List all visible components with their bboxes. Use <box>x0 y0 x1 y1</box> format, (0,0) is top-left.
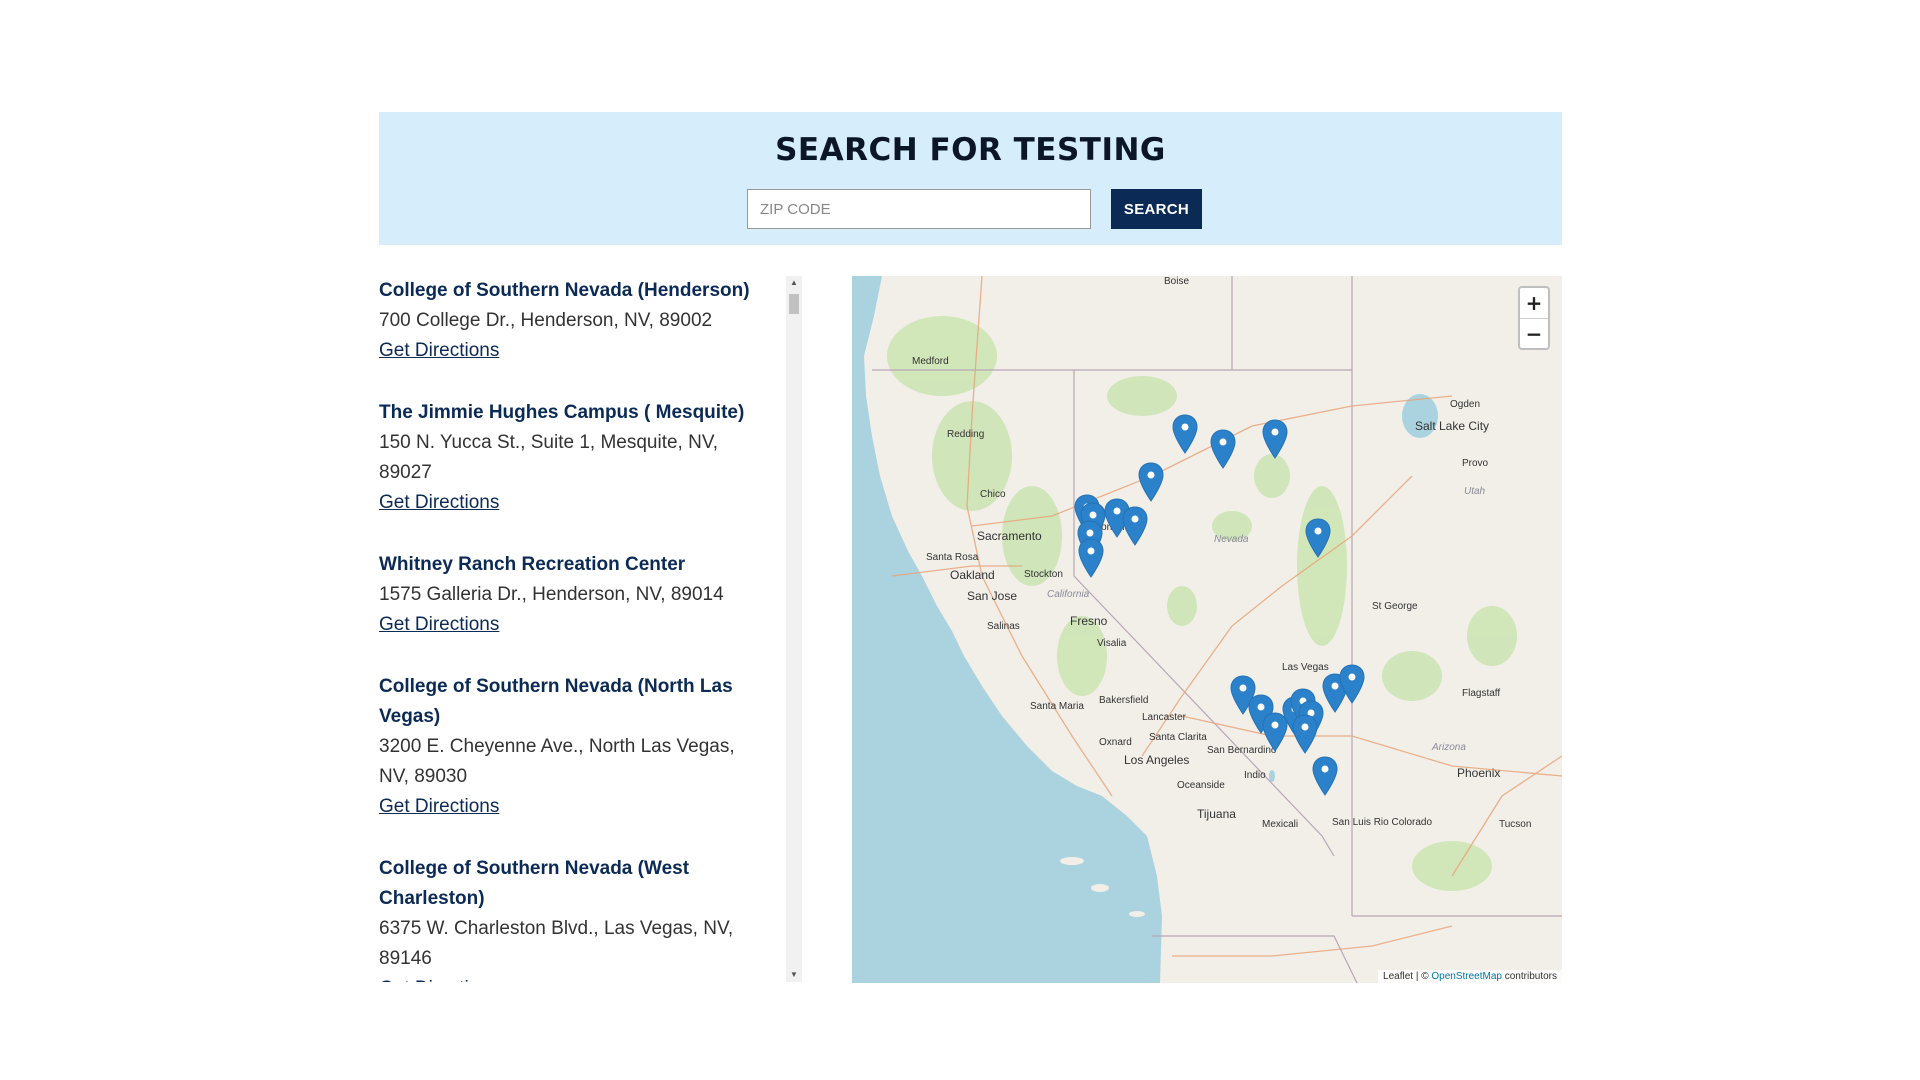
location-address: 1575 Galleria Dr., Henderson, NV, 89014 <box>379 584 724 605</box>
list-scrollbar[interactable]: ▲ ▼ <box>786 276 802 982</box>
get-directions-link[interactable]: Get Directions <box>379 336 499 366</box>
city-label: Salinas <box>987 621 1020 632</box>
state-label: Nevada <box>1214 534 1249 545</box>
map-background <box>852 276 1562 983</box>
leaflet-link[interactable]: Leaflet <box>1383 971 1413 982</box>
map-marker[interactable] <box>1305 518 1331 558</box>
city-label: Salt Lake City <box>1415 419 1490 433</box>
search-button[interactable]: SEARCH <box>1111 189 1202 229</box>
city-label: Phoenix <box>1457 766 1501 780</box>
list-item: College of Southern Nevada (Henderson) 7… <box>379 276 759 366</box>
city-label: Stockton <box>1024 569 1063 580</box>
state-label: California <box>1047 589 1090 600</box>
city-label: Sacramento <box>977 529 1042 543</box>
zip-code-input[interactable] <box>747 189 1091 229</box>
state-label: Utah <box>1464 486 1486 497</box>
city-label: Mexicali <box>1262 819 1299 830</box>
map-attribution: Leaflet | © OpenStreetMap contributors <box>1378 970 1562 983</box>
get-directions-link[interactable]: Get Directions <box>379 792 499 822</box>
map-marker[interactable] <box>1172 414 1198 454</box>
city-label: Bakersfield <box>1099 695 1149 706</box>
location-name: Whitney Ranch Recreation Center <box>379 554 686 575</box>
zoom-out-button[interactable]: − <box>1520 319 1548 349</box>
list-item: College of Southern Nevada (North Las Ve… <box>379 672 759 822</box>
location-address: 150 N. Yucca St., Suite 1, Mesquite, NV,… <box>379 432 719 483</box>
location-address: 700 College Dr., Henderson, NV, 89002 <box>379 310 713 331</box>
city-label: Visalia <box>1097 638 1127 649</box>
attribution-separator: | © <box>1413 971 1432 982</box>
map-marker[interactable] <box>1138 462 1164 502</box>
get-directions-link[interactable]: Get Directions <box>379 974 499 982</box>
city-label: Fresno <box>1070 614 1108 628</box>
get-directions-link[interactable]: Get Directions <box>379 488 499 518</box>
map-marker[interactable] <box>1210 429 1236 469</box>
city-label: Oxnard <box>1099 737 1132 748</box>
search-band: SEARCH FOR TESTING SEARCH <box>379 112 1562 245</box>
city-label: Boise <box>1164 276 1190 287</box>
search-title: SEARCH FOR TESTING <box>775 132 1166 168</box>
city-label: Chico <box>980 489 1006 500</box>
map-marker[interactable] <box>1339 664 1365 704</box>
city-label: Flagstaff <box>1462 688 1501 699</box>
zoom-control: + − <box>1518 286 1550 350</box>
city-label: Oakland <box>950 568 995 582</box>
list-item: Whitney Ranch Recreation Center 1575 Gal… <box>379 550 759 640</box>
map-marker[interactable] <box>1122 506 1148 546</box>
city-label: Las Vegas <box>1282 662 1329 673</box>
attribution-suffix: contributors <box>1501 971 1557 982</box>
map-marker[interactable] <box>1292 714 1318 754</box>
map-marker[interactable] <box>1312 756 1338 796</box>
map-marker[interactable] <box>1262 419 1288 459</box>
city-label: Lancaster <box>1142 712 1186 723</box>
city-label: Ogden <box>1450 399 1481 410</box>
openstreetmap-link[interactable]: OpenStreetMap <box>1431 971 1502 982</box>
location-address: 6375 W. Charleston Blvd., Las Vegas, NV,… <box>379 918 734 969</box>
scroll-thumb[interactable] <box>789 294 799 314</box>
map-marker[interactable] <box>1078 538 1104 578</box>
location-name: College of Southern Nevada (West Charles… <box>379 858 690 909</box>
city-label: Los Angeles <box>1124 753 1190 767</box>
city-label: Redding <box>947 429 985 440</box>
map[interactable]: Boise Medford Ogden Salt Lake City Provo… <box>852 276 1562 983</box>
scroll-down-arrow-icon[interactable]: ▼ <box>786 968 802 982</box>
city-label: Tijuana <box>1197 807 1236 821</box>
city-label: Indio <box>1244 770 1266 781</box>
city-label: San Luis Rio Colorado <box>1332 817 1433 828</box>
get-directions-link[interactable]: Get Directions <box>379 610 499 640</box>
city-label: Provo <box>1462 458 1489 469</box>
location-name: College of Southern Nevada (North Las Ve… <box>379 676 733 727</box>
location-name: The Jimmie Hughes Campus ( Mesquite) <box>379 402 745 423</box>
location-name: College of Southern Nevada (Henderson) <box>379 280 750 301</box>
city-label: Santa Clarita <box>1149 732 1207 743</box>
state-label: Arizona <box>1432 742 1466 753</box>
list-item: College of Southern Nevada (West Charles… <box>379 854 759 982</box>
location-list[interactable]: College of Southern Nevada (Henderson) 7… <box>379 276 802 982</box>
location-address: 3200 E. Cheyenne Ave., North Las Vegas, … <box>379 736 735 787</box>
city-label: San Jose <box>967 589 1018 603</box>
city-label: Medford <box>912 356 949 367</box>
city-label: St George <box>1372 601 1418 612</box>
zoom-in-button[interactable]: + <box>1520 288 1548 319</box>
city-label: Oceanside <box>1177 780 1225 791</box>
scroll-up-arrow-icon[interactable]: ▲ <box>786 276 802 290</box>
city-label: Santa Maria <box>1030 701 1084 712</box>
list-item: The Jimmie Hughes Campus ( Mesquite) 150… <box>379 398 759 518</box>
city-label: Santa Rosa <box>926 552 979 563</box>
city-label: Tucson <box>1499 819 1532 830</box>
